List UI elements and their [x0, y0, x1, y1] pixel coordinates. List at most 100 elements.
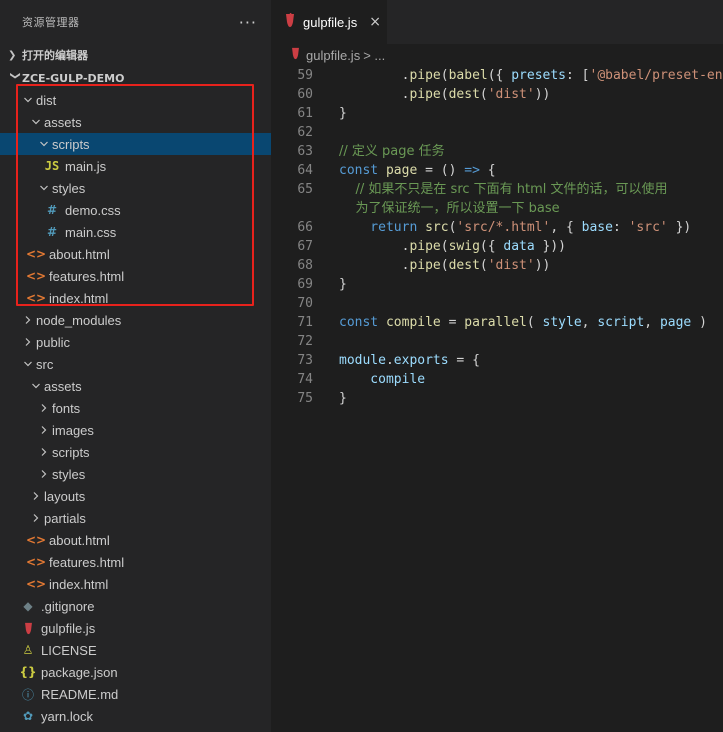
- tree-item[interactable]: assets: [0, 375, 271, 397]
- breadcrumb[interactable]: gulpfile.js > ...: [271, 44, 723, 66]
- line-number: 62: [297, 125, 313, 140]
- tree-item[interactable]: styles: [0, 463, 271, 485]
- tree-item[interactable]: partials: [0, 507, 271, 529]
- code-text: // 如果不只是在 src 下面有 html 文件的话，可以使用: [313, 180, 668, 199]
- tree-item-label: gulpfile.js: [41, 620, 96, 636]
- code-token: (: [440, 239, 449, 254]
- more-actions-icon[interactable]: ···: [239, 13, 257, 32]
- chevron-down-icon: [36, 139, 52, 149]
- code-token: )): [534, 258, 551, 273]
- tree-item[interactable]: <> features.html: [0, 265, 271, 287]
- line-number: 66: [297, 220, 313, 235]
- tree-item-label: styles: [52, 466, 86, 482]
- code-token: , {: [550, 220, 582, 235]
- code-text: const page = () => {: [313, 161, 496, 180]
- code-token: )): [534, 87, 551, 102]
- tree-item[interactable]: dist: [0, 89, 271, 111]
- code-token: })): [534, 239, 567, 254]
- code-text: // 定义 page 任务: [313, 142, 445, 161]
- tree-item[interactable]: <> features.html: [0, 551, 271, 573]
- code-line: 70: [271, 294, 723, 313]
- code-token: page: [659, 315, 692, 330]
- code-line: 64 const page = () => {: [271, 161, 723, 180]
- code-editor[interactable]: 59 .pipe(babel({ presets: ['@babel/prese…: [271, 66, 723, 408]
- code-text: .pipe(babel({ presets: ['@babel/preset-e…: [313, 66, 723, 85]
- tab-gulpfile[interactable]: gulpfile.js ×: [271, 0, 387, 44]
- tree-item[interactable]: node_modules: [0, 309, 271, 331]
- code-token: }: [339, 277, 347, 292]
- line-number: 72: [297, 334, 313, 349]
- tree-item[interactable]: images: [0, 419, 271, 441]
- tree-item[interactable]: public: [0, 331, 271, 353]
- chevron-down-icon: [20, 359, 36, 369]
- tree-item[interactable]: ♙ LICENSE: [0, 639, 271, 661]
- line-number: [271, 199, 313, 218]
- tree-item[interactable]: fonts: [0, 397, 271, 419]
- tree-item-label: features.html: [49, 268, 125, 284]
- open-editors-label: 打开的编辑器: [22, 49, 88, 62]
- explorer-title: 资源管理器: [22, 16, 80, 29]
- code-token: data: [503, 239, 535, 254]
- tree-item-label: dist: [36, 92, 57, 108]
- tree-item-label: scripts: [52, 444, 90, 460]
- code-token: 'src': [628, 220, 668, 235]
- code-token: // 如果不只是在 src 下面有 html 文件的话，可以使用: [339, 182, 668, 197]
- code-token: =: [440, 315, 465, 330]
- code-token: const: [339, 163, 386, 178]
- code-line: 66 return src('src/*.html', { base: 'src…: [271, 218, 723, 237]
- code-token: compile: [339, 372, 426, 387]
- tab-label: gulpfile.js: [303, 14, 358, 30]
- chevron-down-icon: [28, 381, 44, 391]
- tree-item[interactable]: ⓘ README.md: [0, 683, 271, 705]
- tree-item[interactable]: styles: [0, 177, 271, 199]
- code-token: (: [440, 258, 449, 273]
- code-line: 68 .pipe(dest('dist')): [271, 256, 723, 275]
- tree-item[interactable]: ◆ .gitignore: [0, 595, 271, 617]
- tree-item-label: images: [52, 422, 94, 438]
- code-token: (: [479, 87, 488, 102]
- code-token: }: [339, 106, 347, 121]
- chevron-right-icon: [36, 425, 52, 435]
- chevron-right-icon: [36, 403, 52, 413]
- tree-item[interactable]: layouts: [0, 485, 271, 507]
- code-line: 63 // 定义 page 任务: [271, 142, 723, 161]
- open-editors-section[interactable]: ❯ 打开的编辑器: [0, 44, 271, 66]
- tree-item[interactable]: gulpfile.js: [0, 617, 271, 639]
- tree-item[interactable]: <> index.html: [0, 287, 271, 309]
- code-token: base: [581, 220, 613, 235]
- tree-item[interactable]: scripts: [0, 133, 271, 155]
- close-icon[interactable]: ×: [369, 14, 381, 30]
- html-file-icon: <>: [25, 555, 47, 569]
- code-token: dest: [448, 258, 480, 273]
- code-line: 67 .pipe(swig({ data })): [271, 237, 723, 256]
- tree-item[interactable]: <> index.html: [0, 573, 271, 595]
- line-number: 71: [297, 315, 313, 330]
- code-token: ,: [644, 315, 660, 330]
- tree-item[interactable]: assets: [0, 111, 271, 133]
- line-number: 65: [297, 182, 313, 197]
- code-token: dest: [448, 87, 480, 102]
- tree-item[interactable]: src: [0, 353, 271, 375]
- tree-item[interactable]: # demo.css: [0, 199, 271, 221]
- tree-item[interactable]: # main.css: [0, 221, 271, 243]
- line-number: 64: [297, 163, 313, 178]
- tree-item-label: index.html: [49, 290, 109, 306]
- tree-item[interactable]: <> about.html: [0, 243, 271, 265]
- code-line: 为了保证统一，所以设置一下 base: [271, 199, 723, 218]
- code-line: 69}: [271, 275, 723, 294]
- tree-item[interactable]: scripts: [0, 441, 271, 463]
- tree-item[interactable]: JS main.js: [0, 155, 271, 177]
- code-token: script: [597, 315, 645, 330]
- tree-item[interactable]: <> about.html: [0, 529, 271, 551]
- tree-item[interactable]: ✿ yarn.lock: [0, 705, 271, 727]
- code-line: 73 module.exports = {: [271, 351, 723, 370]
- line-number: 75: [297, 391, 313, 406]
- code-token: ): [691, 315, 707, 330]
- tree-item-label: demo.css: [65, 202, 121, 218]
- css-file-icon: #: [46, 225, 58, 239]
- html-file-icon: <>: [25, 291, 47, 305]
- project-section[interactable]: ❯ ZCE-GULP-DEMO: [0, 67, 271, 89]
- tree-item[interactable]: {} package.json: [0, 661, 271, 683]
- code-token: .: [385, 353, 394, 368]
- project-label: ZCE-GULP-DEMO: [22, 71, 125, 85]
